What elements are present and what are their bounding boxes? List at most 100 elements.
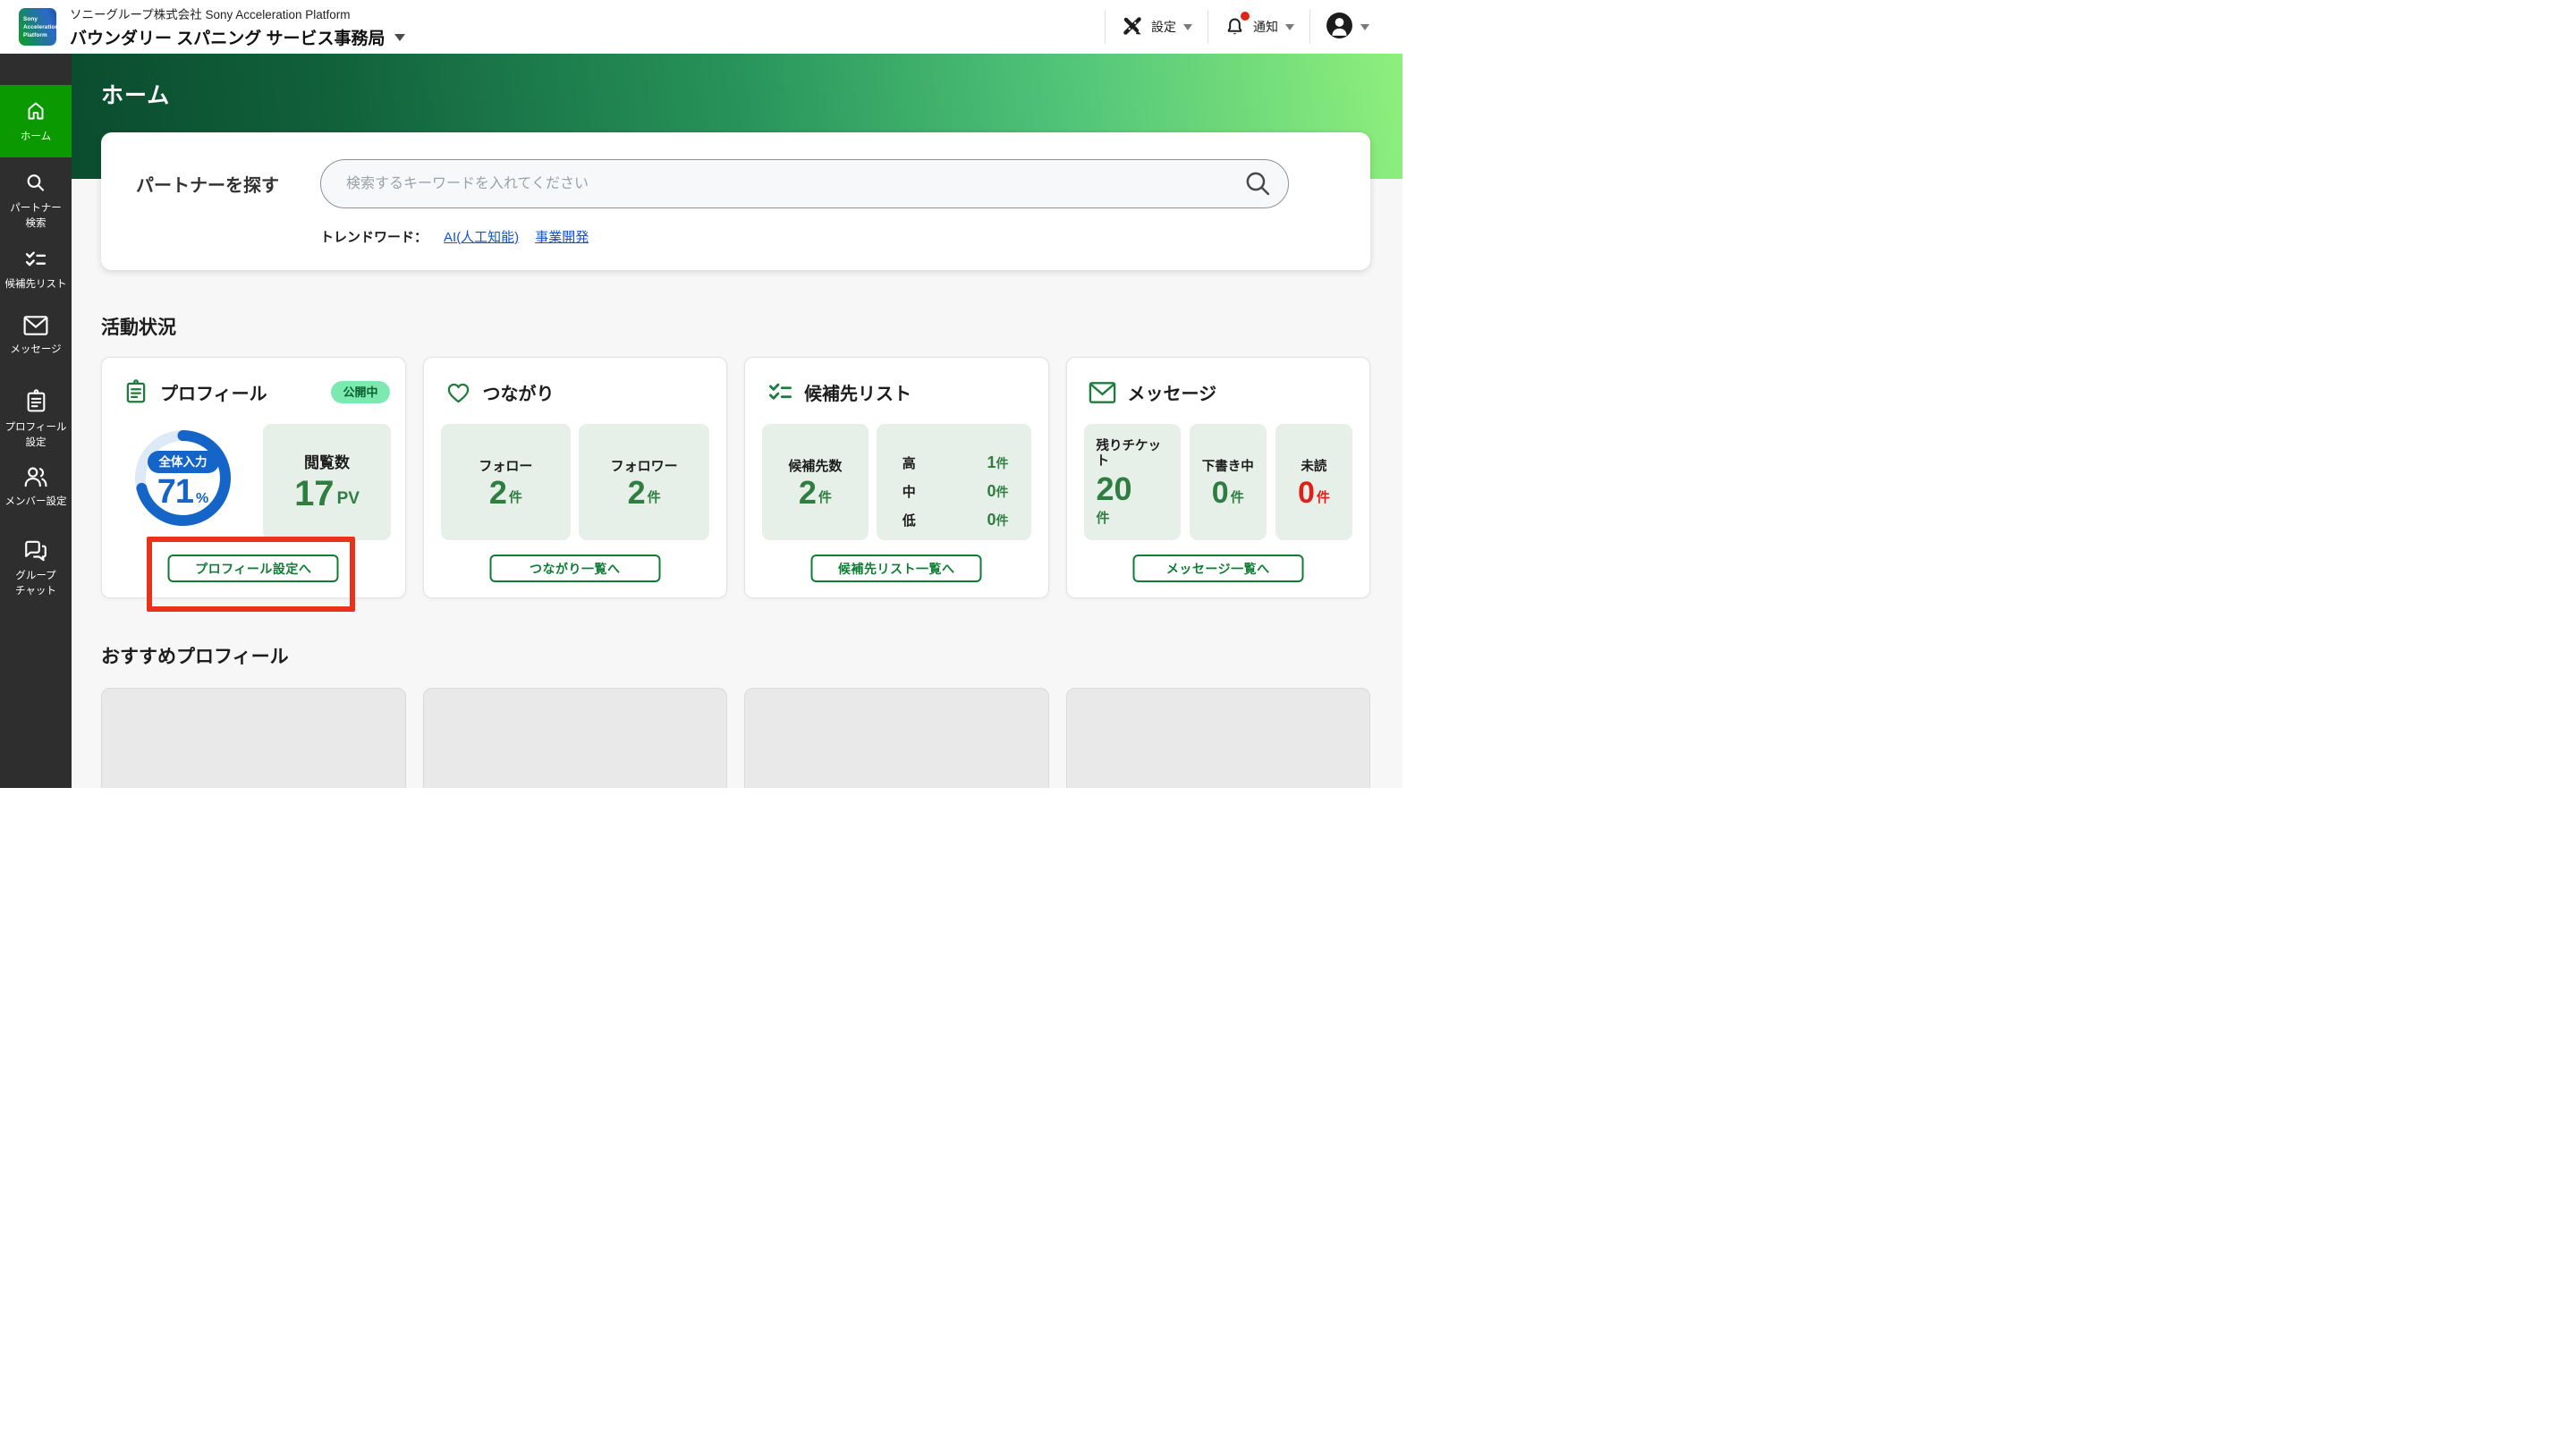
messages-list-button[interactable]: メッセージ一覧へ bbox=[1132, 555, 1304, 582]
main-content: ホーム パートナーを探す トレンドワード： AI(人工知能) 事業開発 bbox=[72, 54, 1402, 788]
people-icon bbox=[23, 465, 48, 491]
card-title: プロフィール bbox=[160, 385, 267, 404]
org-selector[interactable]: バウンダリー スパニング サービス事務局 bbox=[70, 25, 405, 49]
home-icon bbox=[24, 99, 47, 125]
sidebar-item-profile-settings[interactable]: プロフィール 設定 bbox=[0, 389, 72, 449]
search-button[interactable] bbox=[1243, 169, 1273, 201]
envelope-icon bbox=[1089, 381, 1116, 404]
sidebar-item-member-settings[interactable]: メンバー設定 bbox=[0, 465, 72, 508]
chevron-down-icon bbox=[1183, 23, 1192, 30]
follower-stat: フォロワー 2件 bbox=[579, 424, 709, 540]
clipboard-icon bbox=[24, 389, 48, 417]
card-title: 候補先リスト bbox=[804, 385, 911, 404]
search-icon bbox=[24, 172, 47, 198]
connections-list-button[interactable]: つながり一覧へ bbox=[489, 555, 661, 582]
priority-low-row: 低 0件 bbox=[902, 511, 1009, 529]
views-label: 閲覧数 bbox=[304, 454, 350, 471]
tools-icon bbox=[1121, 14, 1144, 40]
sidebar-item-label: プロフィール bbox=[4, 422, 67, 433]
notifications-menu[interactable]: 通知 bbox=[1208, 0, 1309, 54]
app-header: Sony Acceleration Platform ソニーグループ株式会社 S… bbox=[0, 0, 1402, 54]
sidebar-item-label: 設定 bbox=[25, 437, 47, 448]
trend-words-label: トレンドワード： bbox=[320, 230, 428, 245]
sidebar-item-label: ホーム bbox=[20, 131, 52, 142]
drafts-stat: 下書き中 0件 bbox=[1189, 424, 1267, 540]
company-name: ソニーグループ株式会社 Sony Acceleration Platform bbox=[70, 8, 351, 21]
trend-link-ai[interactable]: AI(人工知能) bbox=[444, 227, 519, 246]
chevron-down-icon bbox=[394, 33, 405, 41]
header-actions: 設定 通知 bbox=[1105, 0, 1402, 54]
sony-acceleration-platform-logo[interactable]: Sony Acceleration Platform bbox=[19, 8, 59, 46]
completion-percent: 71% bbox=[157, 473, 209, 511]
messages-card: メッセージ 残りチケット 20 件 下書き中 0件 未読 0 件 メッセージ一覧… bbox=[1065, 357, 1370, 598]
notification-badge bbox=[1241, 12, 1250, 21]
heart-icon bbox=[445, 380, 471, 404]
trend-link-business-dev[interactable]: 事業開発 bbox=[535, 227, 589, 246]
settings-label: 設定 bbox=[1151, 20, 1176, 34]
sidebar: ホーム パートナー 検索 候補先リスト メッセージ プロフィール 設定 メンバー… bbox=[0, 54, 72, 788]
checklist-icon bbox=[767, 380, 794, 405]
tickets-stat: 残りチケット 20 件 bbox=[1083, 424, 1181, 540]
chevron-down-icon bbox=[1360, 23, 1369, 30]
logo-line: Sony bbox=[23, 15, 38, 22]
chat-bubbles-icon bbox=[23, 538, 48, 565]
profile-placeholder bbox=[422, 688, 727, 788]
candidates-list-button[interactable]: 候補先リスト一覧へ bbox=[810, 555, 982, 582]
card-title: つながり bbox=[482, 385, 555, 404]
follow-stat: フォロー 2件 bbox=[440, 424, 572, 540]
sidebar-item-home[interactable]: ホーム bbox=[0, 85, 72, 157]
chevron-down-icon bbox=[1285, 23, 1294, 30]
logo-line: Acceleration bbox=[23, 23, 59, 30]
sidebar-item-candidate-list[interactable]: 候補先リスト bbox=[0, 249, 72, 291]
profile-placeholder bbox=[744, 688, 1049, 788]
search-input[interactable] bbox=[320, 159, 1289, 208]
activity-cards: プロフィール 公開中 全体入力 71% 閲覧数 17 PV プロフィール設定へ … bbox=[101, 357, 1370, 612]
trend-words: トレンドワード： AI(人工知能) 事業開発 bbox=[320, 227, 1289, 246]
partner-search-card: パートナーを探す トレンドワード： AI(人工知能) 事業開発 bbox=[101, 132, 1370, 270]
avatar bbox=[1326, 12, 1353, 42]
profile-completion-donut: 全体入力 71% bbox=[132, 428, 233, 529]
bell-icon bbox=[1224, 12, 1250, 39]
activity-section-title: 活動状況 bbox=[101, 318, 176, 338]
recommended-profiles bbox=[101, 688, 1370, 788]
sidebar-item-label: メッセージ bbox=[10, 344, 62, 355]
profile-placeholder bbox=[101, 688, 406, 788]
logo-line: Platform bbox=[23, 31, 47, 38]
priority-high-row: 高 1件 bbox=[902, 453, 1009, 471]
sidebar-item-label: 候補先リスト bbox=[4, 279, 67, 290]
profile-settings-button[interactable]: プロフィール設定へ bbox=[167, 555, 339, 582]
org-name: バウンダリー スパニング サービス事務局 bbox=[70, 30, 386, 48]
sidebar-item-messages[interactable]: メッセージ bbox=[0, 315, 72, 356]
candidate-count-stat: 候補先数 2件 bbox=[762, 424, 869, 540]
priority-breakdown: 高 1件 中 0件 低 0件 bbox=[876, 424, 1031, 540]
sidebar-item-label: パートナー bbox=[10, 203, 62, 214]
checklist-icon bbox=[23, 249, 48, 274]
candidates-card: 候補先リスト 候補先数 2件 高 1件 中 0件 低 0件 候補先リスト一覧へ bbox=[744, 357, 1049, 598]
header-titles: ソニーグループ株式会社 Sony Acceleration Platform バ… bbox=[70, 4, 405, 49]
unread-stat: 未読 0件 bbox=[1275, 424, 1353, 540]
status-badge: 公開中 bbox=[331, 381, 390, 403]
recommended-section-title: おすすめプロフィール bbox=[101, 647, 289, 667]
sidebar-item-group-chat[interactable]: グループ チャット bbox=[0, 538, 72, 597]
page-title: ホーム bbox=[101, 83, 171, 108]
connections-card: つながり フォロー 2件 フォロワー 2件 つながり一覧へ bbox=[422, 357, 727, 598]
settings-menu[interactable]: 設定 bbox=[1106, 0, 1208, 54]
ring-label: 全体入力 bbox=[147, 451, 219, 473]
sidebar-item-label: メンバー設定 bbox=[4, 496, 67, 507]
views-unit: PV bbox=[336, 489, 360, 508]
envelope-icon bbox=[23, 315, 48, 339]
views-stat: 閲覧数 17 PV bbox=[263, 424, 391, 540]
sidebar-item-label: 検索 bbox=[25, 218, 47, 229]
search-section-label: パートナーを探す bbox=[136, 176, 279, 196]
account-menu[interactable] bbox=[1310, 0, 1385, 54]
sidebar-item-label: グループ bbox=[15, 571, 56, 581]
profile-placeholder bbox=[1065, 688, 1370, 788]
priority-mid-row: 中 0件 bbox=[902, 482, 1009, 500]
notifications-label: 通知 bbox=[1253, 20, 1278, 34]
home-page: Sony Acceleration Platform ソニーグループ株式会社 S… bbox=[0, 0, 1402, 788]
card-title: メッセージ bbox=[1127, 385, 1217, 404]
profile-card: プロフィール 公開中 全体入力 71% 閲覧数 17 PV プロフィール設定へ bbox=[101, 357, 406, 612]
sidebar-item-partner-search[interactable]: パートナー 検索 bbox=[0, 172, 72, 230]
views-value: 17 bbox=[294, 474, 335, 513]
clipboard-icon bbox=[123, 379, 148, 405]
